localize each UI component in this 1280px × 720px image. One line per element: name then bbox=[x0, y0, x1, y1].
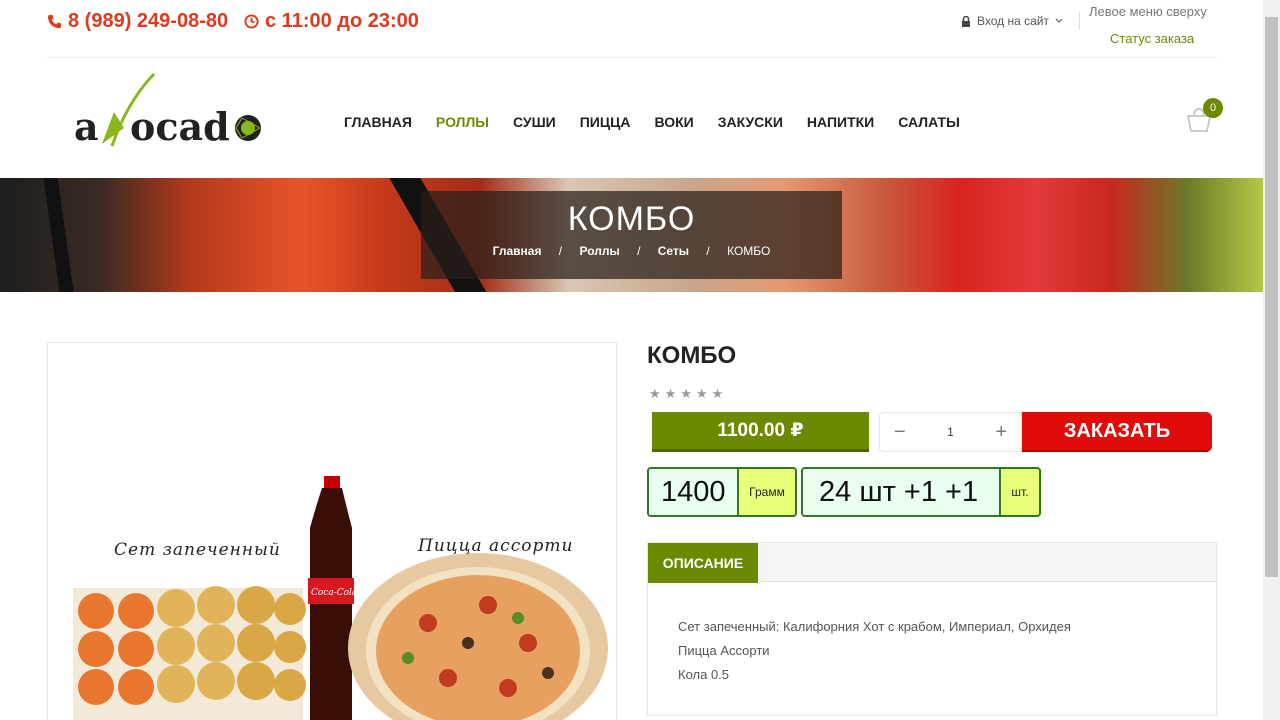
weight-value: 1400 bbox=[649, 469, 737, 515]
nav-item-drinks[interactable]: НАПИТКИ bbox=[807, 114, 874, 130]
price-tag: 1100.00 ₽ bbox=[652, 412, 869, 452]
image-label-set: Сет запеченный bbox=[114, 540, 281, 560]
weight-unit: Грамм bbox=[737, 469, 795, 515]
hours-text: с 11:00 до 23:00 bbox=[265, 10, 419, 32]
nav-item-woks[interactable]: ВОКИ bbox=[654, 114, 693, 130]
phone-number[interactable]: 8 (989) 249-08-80 bbox=[68, 10, 228, 33]
nav-item-snacks[interactable]: ЗАКУСКИ bbox=[718, 114, 783, 130]
chevron-down-icon bbox=[1055, 18, 1063, 23]
svg-text:ocad: ocad bbox=[130, 104, 230, 149]
product-tabs: ОПИСАНИЕ bbox=[647, 542, 1217, 583]
order-status-link[interactable]: Статус заказа bbox=[1110, 31, 1194, 46]
combo-illustration: Coca-Cola bbox=[73, 476, 608, 720]
rating-stars[interactable]: ★ ★ ★ ★ ★ bbox=[649, 386, 723, 402]
star-icon[interactable]: ★ bbox=[712, 386, 724, 402]
chopstick-image bbox=[40, 178, 78, 292]
nav-item-home[interactable]: ГЛАВНАЯ bbox=[344, 114, 412, 130]
breadcrumb-rolls[interactable]: Роллы bbox=[579, 244, 619, 258]
breadcrumb: Главная / Роллы / Сеты / КОМБО bbox=[421, 244, 842, 258]
star-icon[interactable]: ★ bbox=[696, 386, 708, 402]
description-line: Сет запеченный: Калифорния Хот с крабом,… bbox=[678, 619, 1071, 634]
product-title: КОМБО bbox=[647, 342, 737, 369]
login-label[interactable]: Вход на сайт bbox=[977, 14, 1049, 28]
star-icon[interactable]: ★ bbox=[649, 386, 661, 402]
login-dropdown[interactable]: Вход на сайт bbox=[961, 14, 1063, 28]
phone-contact[interactable]: 8 (989) 249-08-80 bbox=[47, 10, 228, 33]
pieces-unit: шт. bbox=[999, 469, 1039, 515]
breadcrumb-sets[interactable]: Сеты bbox=[658, 244, 689, 258]
cola-label: Coca-Cola bbox=[311, 588, 357, 598]
breadcrumb-separator: / bbox=[558, 244, 563, 258]
pieces-value: 24 шт +1 +1 bbox=[803, 469, 999, 515]
minus-button[interactable]: − bbox=[894, 422, 906, 442]
description-line: Пицца Ассорти bbox=[678, 643, 770, 658]
clock-icon bbox=[244, 14, 259, 29]
description-line: Кола 0.5 bbox=[678, 667, 730, 682]
nav-item-rolls[interactable]: РОЛЛЫ bbox=[436, 114, 489, 130]
description-panel: Сет запеченный: Калифорния Хот с крабом,… bbox=[647, 582, 1217, 716]
cola-bottle: Coca-Cola bbox=[308, 476, 357, 720]
breadcrumb-separator: / bbox=[706, 244, 710, 258]
nav-item-sushi[interactable]: СУШИ bbox=[513, 114, 556, 130]
plus-button[interactable]: + bbox=[995, 422, 1007, 442]
divider bbox=[1079, 12, 1080, 30]
phone-icon bbox=[47, 14, 62, 29]
main-nav: ГЛАВНАЯ РОЛЛЫ СУШИ ПИЦЦА ВОКИ ЗАКУСКИ НА… bbox=[344, 114, 984, 130]
working-hours: с 11:00 до 23:00 bbox=[244, 10, 419, 33]
quantity-stepper: − 1 + bbox=[879, 412, 1022, 452]
breadcrumb-separator: / bbox=[637, 244, 641, 258]
weight-spec: 1400 Грамм bbox=[647, 467, 797, 517]
svg-text:a: a bbox=[74, 104, 99, 149]
cart-count-badge: 0 bbox=[1203, 98, 1223, 118]
product-image[interactable]: Coca-Cola Сет запеченный Пицца ассорти bbox=[47, 342, 617, 720]
order-button[interactable]: ЗАКАЗАТЬ bbox=[1022, 412, 1212, 452]
top-menu-link[interactable]: Левое меню сверху bbox=[1089, 4, 1207, 19]
breadcrumb-current: КОМБО bbox=[727, 244, 771, 258]
banner-title: КОМБО bbox=[567, 200, 696, 238]
star-icon[interactable]: ★ bbox=[680, 386, 692, 402]
image-label-pizza: Пицца ассорти bbox=[418, 536, 574, 556]
scrollbar-thumb[interactable] bbox=[1265, 17, 1278, 577]
nav-item-pizza[interactable]: ПИЦЦА bbox=[580, 114, 631, 130]
lock-icon bbox=[962, 15, 970, 27]
tab-description[interactable]: ОПИСАНИЕ bbox=[648, 543, 758, 583]
pizza bbox=[348, 553, 608, 720]
page-banner: КОМБО Главная / Роллы / Сеты / КОМБО bbox=[0, 178, 1263, 292]
top-bar: 8 (989) 249-08-80 с 11:00 до 23:00 Вход … bbox=[47, 0, 1217, 58]
pieces-spec: 24 шт +1 +1 шт. bbox=[801, 467, 1041, 517]
star-icon[interactable]: ★ bbox=[665, 386, 677, 402]
quantity-value[interactable]: 1 bbox=[947, 425, 954, 439]
nav-item-salads[interactable]: САЛАТЫ bbox=[898, 114, 960, 130]
sushi-rolls bbox=[78, 586, 306, 705]
avocado-logo-icon: a ocad bbox=[74, 72, 262, 149]
site-logo[interactable]: a ocad bbox=[72, 72, 267, 152]
breadcrumb-home[interactable]: Главная bbox=[493, 244, 542, 258]
